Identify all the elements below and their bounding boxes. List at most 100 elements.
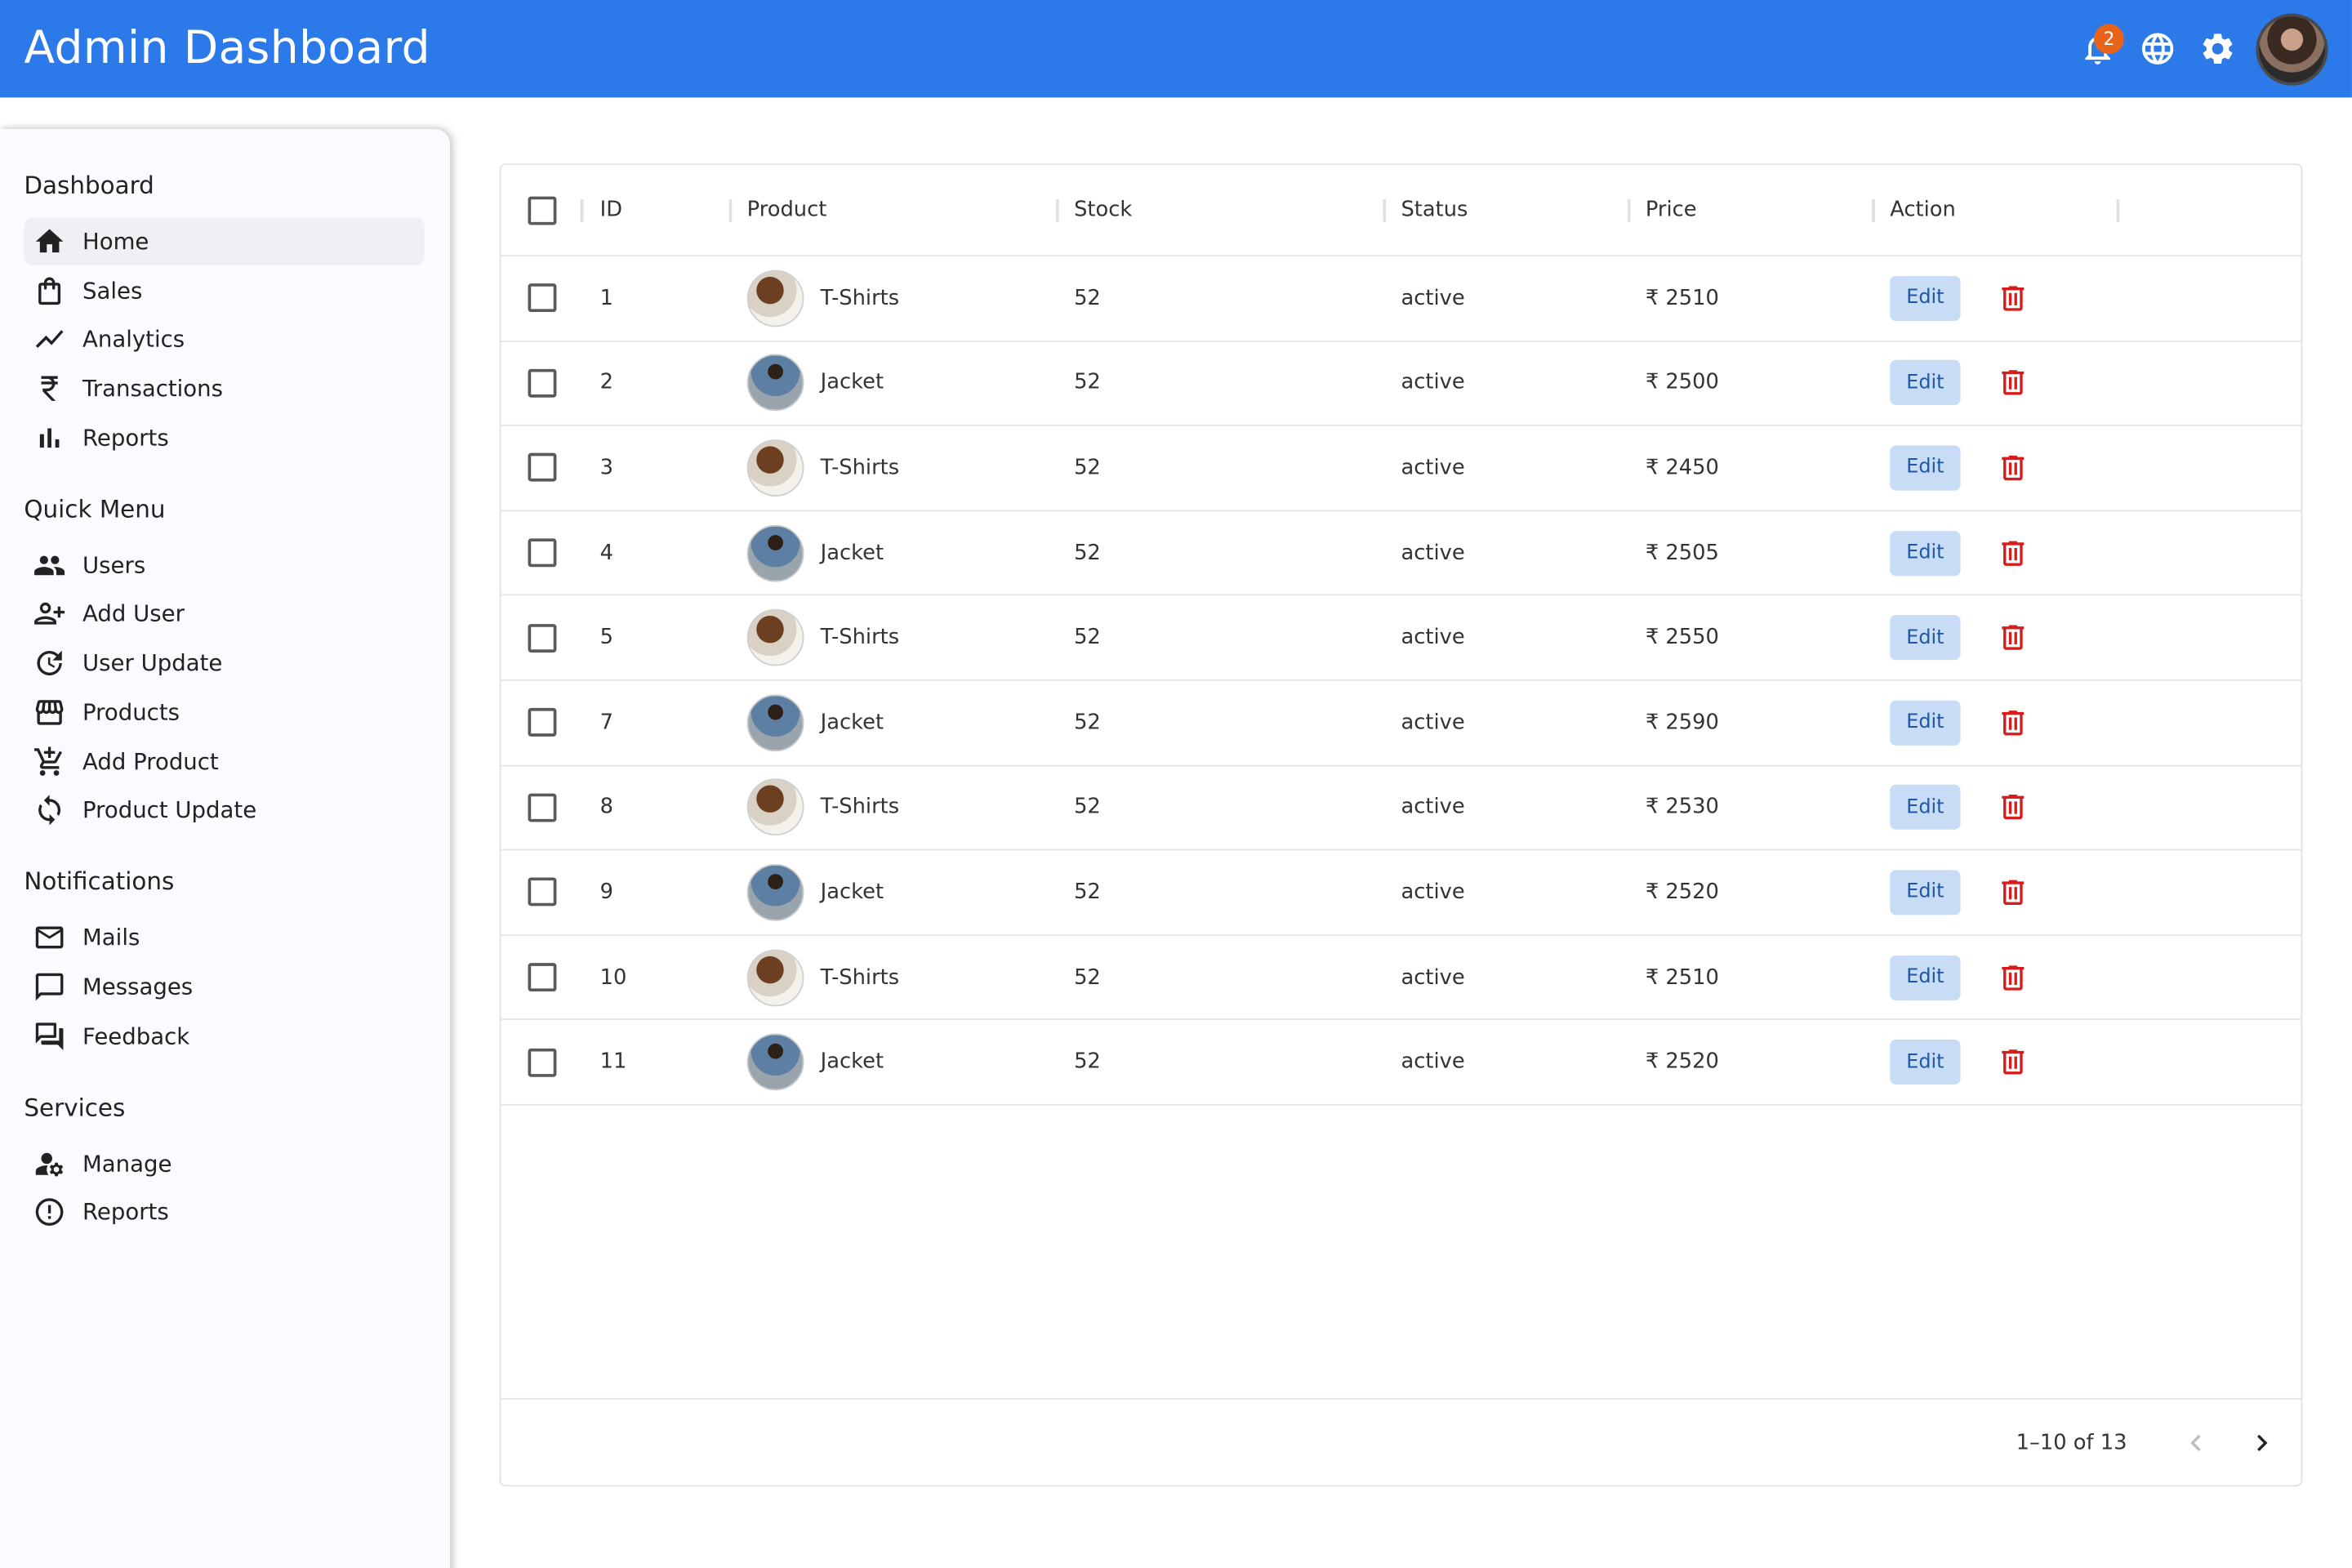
column-separator bbox=[2116, 199, 2120, 222]
table-row[interactable]: 8 T-Shirts 52 active ₹ 2530 Edit bbox=[501, 766, 2301, 851]
sidebar-item-label: Home bbox=[82, 228, 149, 256]
column-header-price[interactable]: Price bbox=[1646, 165, 1697, 255]
previous-page-button[interactable] bbox=[2169, 1415, 2223, 1469]
chevron-left-icon bbox=[2190, 1433, 2201, 1451]
delete-button[interactable] bbox=[1997, 766, 2029, 849]
select-all-checkbox[interactable] bbox=[528, 195, 557, 225]
edit-button[interactable]: Edit bbox=[1890, 870, 1961, 915]
sidebar-item-product-update[interactable]: Product Update bbox=[24, 786, 424, 835]
cell-status: active bbox=[1401, 541, 1465, 565]
sidebar-item-add-user[interactable]: Add User bbox=[24, 590, 424, 639]
cell-stock: 52 bbox=[1074, 541, 1101, 565]
sidebar-item-label: Add User bbox=[82, 600, 185, 628]
delete-button[interactable] bbox=[1997, 1021, 2029, 1104]
delete-button[interactable] bbox=[1997, 341, 2029, 425]
sidebar-item-label: Reports bbox=[82, 1198, 169, 1227]
table-row[interactable]: 2 Jacket 52 active ₹ 2500 Edit bbox=[501, 341, 2301, 426]
language-button[interactable] bbox=[2127, 19, 2186, 78]
table-row[interactable]: 7 Jacket 52 active ₹ 2590 Edit bbox=[501, 681, 2301, 766]
delete-button[interactable] bbox=[1997, 511, 2029, 595]
row-select-cell bbox=[528, 426, 557, 510]
column-header-status[interactable]: Status bbox=[1401, 165, 1468, 255]
people-icon bbox=[34, 555, 65, 575]
next-page-button[interactable] bbox=[2235, 1415, 2289, 1469]
user-avatar[interactable] bbox=[2256, 12, 2328, 85]
forum-icon bbox=[35, 1022, 64, 1050]
sidebar-item-label: Mails bbox=[82, 924, 140, 951]
table-row[interactable]: 1 T-Shirts 52 active ₹ 2510 Edit bbox=[501, 256, 2301, 342]
delete-button[interactable] bbox=[1997, 596, 2029, 679]
column-header-product[interactable]: Product bbox=[747, 165, 827, 255]
column-header-id[interactable]: ID bbox=[600, 165, 622, 255]
edit-button[interactable]: Edit bbox=[1890, 530, 1961, 576]
edit-button[interactable]: Edit bbox=[1890, 615, 1961, 661]
sidebar-item-label: Users bbox=[82, 551, 146, 579]
sidebar-item-user-update[interactable]: User Update bbox=[24, 639, 424, 688]
add-shopping-cart-icon bbox=[34, 746, 63, 775]
delete-button[interactable] bbox=[1997, 851, 2029, 934]
sidebar-item-manage[interactable]: Manage bbox=[24, 1139, 424, 1187]
sync-icon bbox=[38, 795, 61, 826]
table-row[interactable]: 9 Jacket 52 active ₹ 2520 Edit bbox=[501, 851, 2301, 936]
row-checkbox[interactable] bbox=[528, 453, 557, 483]
edit-button[interactable]: Edit bbox=[1890, 445, 1961, 491]
person-add-icon bbox=[34, 603, 65, 626]
sidebar-item-feedback[interactable]: Feedback bbox=[24, 1012, 424, 1060]
row-checkbox[interactable] bbox=[528, 623, 557, 653]
sidebar-item-reports[interactable]: Reports bbox=[24, 1188, 424, 1236]
cell-price: ₹ 2520 bbox=[1645, 1049, 1719, 1075]
cell-product: Jacket bbox=[746, 511, 884, 595]
cell-id: 5 bbox=[599, 626, 614, 650]
edit-button[interactable]: Edit bbox=[1890, 1040, 1961, 1085]
delete-button[interactable] bbox=[1997, 681, 2029, 764]
column-header-action[interactable]: Action bbox=[1890, 165, 1956, 255]
row-checkbox[interactable] bbox=[528, 793, 557, 822]
table-row[interactable]: 3 T-Shirts 52 active ₹ 2450 Edit bbox=[501, 426, 2301, 511]
delete-button[interactable] bbox=[1997, 936, 2029, 1019]
sidebar-item-home[interactable]: Home bbox=[24, 217, 425, 266]
sidebar-item-transactions[interactable]: Transactions bbox=[24, 364, 424, 412]
cell-stock: 52 bbox=[1074, 456, 1101, 480]
trash-icon bbox=[2002, 625, 2025, 651]
trash-icon bbox=[2002, 710, 2025, 736]
table-row[interactable]: 5 T-Shirts 52 active ₹ 2550 Edit bbox=[501, 596, 2301, 681]
cell-status: active bbox=[1401, 626, 1465, 650]
row-checkbox[interactable] bbox=[528, 878, 557, 907]
sidebar-item-add-product[interactable]: Add Product bbox=[24, 737, 424, 786]
row-checkbox[interactable] bbox=[528, 283, 557, 313]
trash-icon bbox=[2002, 880, 2025, 905]
home-icon bbox=[35, 229, 64, 253]
sidebar-item-sales[interactable]: Sales bbox=[24, 266, 424, 314]
delete-button[interactable] bbox=[1997, 256, 2029, 340]
sidebar-section-title: Quick Menu bbox=[24, 494, 166, 523]
row-checkbox[interactable] bbox=[528, 708, 557, 737]
column-header-stock[interactable]: Stock bbox=[1074, 165, 1132, 255]
trash-icon bbox=[2002, 370, 2025, 396]
row-checkbox[interactable] bbox=[528, 368, 557, 398]
sidebar-item-messages[interactable]: Messages bbox=[24, 963, 424, 1011]
row-select-cell bbox=[528, 936, 557, 1019]
sidebar-item-users[interactable]: Users bbox=[24, 541, 424, 590]
product-image bbox=[746, 524, 804, 581]
cell-product: T-Shirts bbox=[746, 936, 899, 1019]
edit-button[interactable]: Edit bbox=[1890, 360, 1961, 406]
notifications-button[interactable]: 2 bbox=[2067, 19, 2127, 78]
row-checkbox[interactable] bbox=[528, 963, 557, 992]
table-row[interactable]: 10 T-Shirts 52 active ₹ 2510 Edit bbox=[501, 936, 2301, 1021]
row-checkbox[interactable] bbox=[528, 1048, 557, 1077]
sidebar-item-mails[interactable]: Mails bbox=[24, 914, 424, 962]
edit-button[interactable]: Edit bbox=[1890, 955, 1961, 1000]
sidebar-item-products[interactable]: Products bbox=[24, 688, 424, 737]
settings-button[interactable] bbox=[2187, 19, 2247, 78]
edit-button[interactable]: Edit bbox=[1890, 275, 1961, 321]
edit-button[interactable]: Edit bbox=[1890, 785, 1961, 831]
delete-button[interactable] bbox=[1997, 426, 2029, 510]
table-row[interactable]: 11 Jacket 52 active ₹ 2520 Edit bbox=[501, 1021, 2301, 1106]
cell-stock: 52 bbox=[1074, 286, 1101, 310]
row-checkbox[interactable] bbox=[528, 538, 557, 568]
sidebar-item-analytics[interactable]: Analytics bbox=[24, 315, 424, 363]
cell-product: Jacket bbox=[746, 851, 884, 934]
table-row[interactable]: 4 Jacket 52 active ₹ 2505 Edit bbox=[501, 511, 2301, 596]
sidebar-item-reports[interactable]: Reports bbox=[24, 413, 424, 461]
edit-button[interactable]: Edit bbox=[1890, 700, 1961, 746]
